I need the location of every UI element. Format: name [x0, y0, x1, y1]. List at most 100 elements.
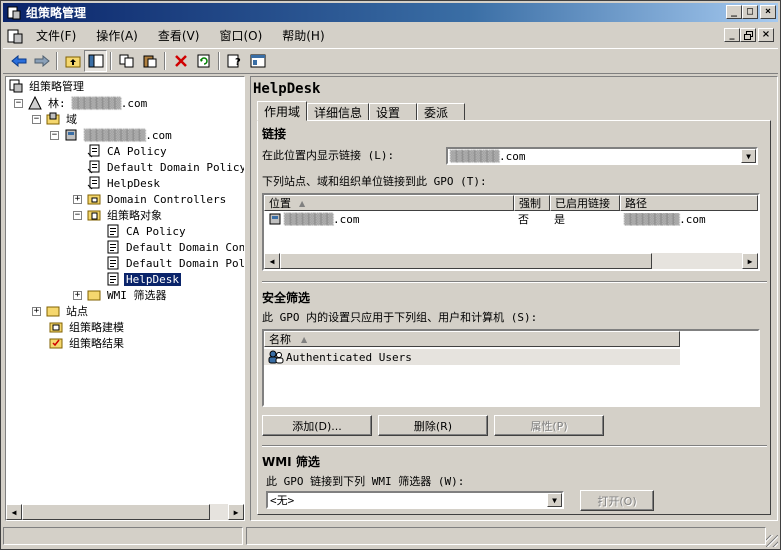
collapse-icon[interactable]: −	[50, 130, 59, 140]
tree-item-wmi-filters[interactable]: + WMI 筛选器	[73, 287, 169, 303]
tab-scope[interactable]: 作用域	[257, 101, 308, 121]
forest-icon	[27, 96, 43, 110]
tree-item-ca-policy-link[interactable]: CA Policy	[86, 143, 169, 159]
forward-button[interactable]	[30, 50, 53, 72]
properties-view-icon	[250, 54, 265, 68]
collapse-icon[interactable]: −	[32, 114, 41, 124]
help-icon: ?	[227, 54, 241, 68]
tree-item-gpo-default-dc-policy[interactable]: Default Domain Controllers Policy	[105, 239, 244, 255]
tree-item-helpdesk-link[interactable]: HelpDesk	[86, 175, 162, 191]
up-folder-button[interactable]	[61, 50, 84, 72]
tree-horizontal-scrollbar[interactable]: ◀ ▶	[6, 504, 244, 520]
col-enforced[interactable]: 强制	[514, 195, 550, 211]
scroll-thumb[interactable]	[22, 504, 210, 520]
wmi-folder-icon	[86, 288, 102, 302]
location-dropdown[interactable]: ▒▒▒▒▒▒▒▒ .com ▼	[446, 147, 758, 165]
dropdown-arrow-icon[interactable]: ▼	[741, 149, 756, 163]
dropdown-arrow-icon[interactable]: ▼	[547, 493, 562, 507]
console-tree-pane: 组策略管理 − 林: ▒▒▒▒▒▒▒▒.com − 域 − ▒▒▒▒▒▒▒▒▒▒…	[5, 76, 245, 521]
scroll-left-arrow-icon[interactable]: ◀	[264, 253, 280, 269]
collapse-icon[interactable]: −	[14, 98, 23, 108]
scope-tab-body: 链接 在此位置内显示链接 (L): ▒▒▒▒▒▒▒▒ .com ▼ 下列站点、域和…	[257, 120, 771, 515]
security-listview[interactable]: 名称 ▲ Authenticated Users	[262, 329, 760, 407]
open-button[interactable]: 打开(O)	[580, 490, 654, 511]
results-icon	[48, 336, 64, 350]
security-heading: 安全筛选	[262, 291, 311, 305]
show-hide-tree-button[interactable]	[84, 50, 107, 72]
back-arrow-icon	[10, 55, 26, 67]
tree-item-default-domain-policy-link[interactable]: Default Domain Policy	[86, 159, 244, 175]
mdi-close-button[interactable]: ×	[758, 28, 774, 42]
scroll-left-arrow-icon[interactable]: ◀	[6, 504, 22, 520]
tree-item-root[interactable]: 组策略管理	[8, 78, 86, 94]
menu-file[interactable]: 文件(F)	[27, 27, 85, 44]
tree-item-gpo-ca-policy[interactable]: CA Policy	[105, 223, 188, 239]
scroll-right-arrow-icon[interactable]: ▶	[742, 253, 758, 269]
domain-icon	[63, 128, 79, 142]
mdi-restore-button[interactable]	[740, 28, 756, 42]
document-icon[interactable]	[7, 28, 25, 44]
table-row[interactable]: ▒▒▒▒▒▒▒▒ .com 否 是 ▒▒▒▒▒▒▒▒▒.com	[264, 211, 758, 227]
tab-details[interactable]: 详细信息	[307, 103, 370, 121]
gpo-icon	[105, 256, 121, 270]
gpo-title: HelpDesk	[253, 81, 321, 97]
scroll-thumb[interactable]	[280, 253, 652, 269]
tree-item-results[interactable]: 组策略结果	[48, 335, 126, 351]
properties-button[interactable]: 属性(P)	[494, 415, 604, 436]
delete-button[interactable]	[169, 50, 192, 72]
ou-folder-icon	[86, 192, 102, 206]
col-name[interactable]: 名称 ▲	[264, 331, 680, 347]
tree-item-domains[interactable]: − 域	[32, 111, 79, 127]
tree-item-gpo-helpdesk[interactable]: HelpDesk	[105, 271, 182, 287]
expand-icon[interactable]: +	[73, 194, 82, 204]
wmi-filter-dropdown[interactable]: <无> ▼	[266, 491, 564, 509]
back-button[interactable]	[7, 50, 30, 72]
menu-help[interactable]: 帮助(H)	[273, 27, 333, 44]
menu-view[interactable]: 查看(V)	[149, 27, 209, 44]
help-button[interactable]: ?	[223, 50, 246, 72]
list-item[interactable]: Authenticated Users	[264, 349, 680, 365]
gpmc-root-icon	[8, 79, 24, 93]
remove-button[interactable]: 删除(R)	[378, 415, 488, 436]
copy-icon	[119, 54, 133, 68]
menu-action[interactable]: 操作(A)	[87, 27, 147, 44]
collapse-icon[interactable]: −	[73, 210, 82, 220]
tab-settings[interactable]: 设置	[369, 103, 418, 121]
refresh-button[interactable]	[192, 50, 215, 72]
links-horizontal-scrollbar[interactable]: ◀ ▶	[264, 253, 758, 269]
gpo-link-icon	[86, 144, 102, 158]
tree-item-domain[interactable]: − ▒▒▒▒▒▒▒▒▒▒.com	[50, 127, 174, 143]
col-path[interactable]: 路径	[620, 195, 758, 211]
menu-window[interactable]: 窗口(O)	[210, 27, 271, 44]
tree-item-modeling[interactable]: 组策略建模	[48, 319, 126, 335]
paste-button[interactable]	[138, 50, 161, 72]
resize-grip-icon[interactable]	[766, 535, 778, 547]
tree-item-gpo-default-domain-policy[interactable]: Default Domain Policy	[105, 255, 244, 271]
add-button[interactable]: 添加(D)...	[262, 415, 372, 436]
up-folder-icon	[65, 56, 80, 68]
mdi-minimize-button[interactable]: _	[724, 28, 740, 42]
tab-delegation[interactable]: 委派	[417, 103, 466, 121]
expand-icon[interactable]: +	[73, 290, 82, 300]
scroll-right-arrow-icon[interactable]: ▶	[228, 504, 244, 520]
expand-icon[interactable]: +	[32, 306, 41, 316]
properties-view-button[interactable]	[246, 50, 269, 72]
copy-button[interactable]	[115, 50, 138, 72]
title-bar[interactable]: 组策略管理 _ □ ×	[3, 3, 778, 22]
delete-x-icon	[174, 55, 187, 67]
maximize-button[interactable]: □	[742, 5, 758, 19]
minimize-button[interactable]: _	[726, 5, 742, 19]
window-title: 组策略管理	[26, 6, 87, 20]
tree-item-sites[interactable]: + 站点	[32, 303, 90, 319]
gpo-icon	[105, 224, 121, 238]
links-listview[interactable]: 位置 ▲ 强制 已启用链接 路径 ▒▒▒▒▒▒▒▒ .com 否 是 ▒▒▒▒▒▒▒…	[262, 193, 760, 271]
close-button[interactable]: ×	[760, 5, 776, 19]
gpmc-app-icon	[6, 6, 22, 20]
svg-text:?: ?	[235, 57, 241, 68]
tree-item-gpo-container[interactable]: − 组策略对象	[73, 207, 164, 223]
col-link-enabled[interactable]: 已启用链接	[550, 195, 620, 211]
tree-item-forest[interactable]: − 林: ▒▒▒▒▒▒▒▒.com	[14, 95, 149, 111]
gpo-link-icon	[86, 176, 102, 190]
col-location[interactable]: 位置 ▲	[264, 195, 514, 211]
tree-item-domain-controllers[interactable]: + Domain Controllers	[73, 191, 228, 207]
